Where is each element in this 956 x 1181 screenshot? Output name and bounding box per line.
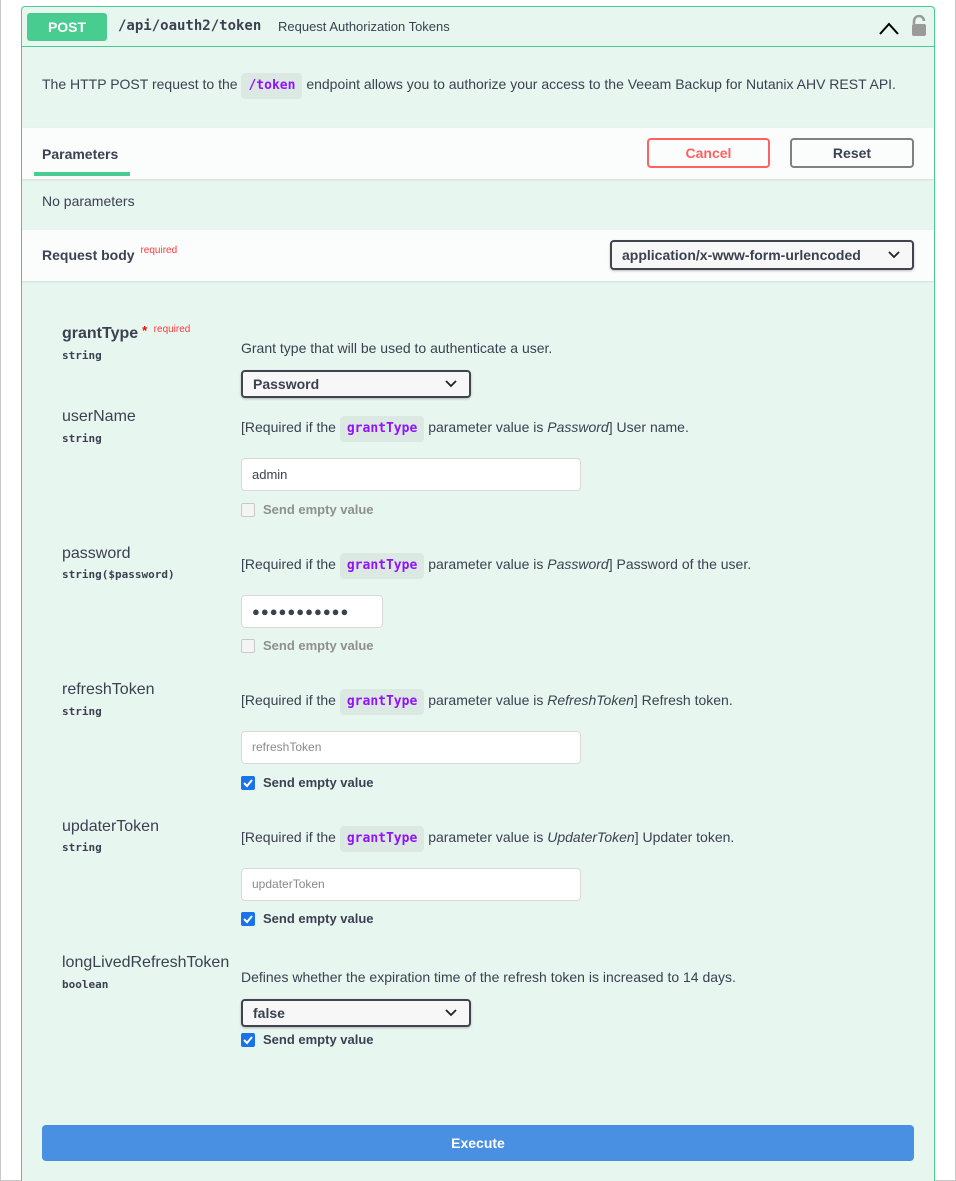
updaterToken-input[interactable]: updaterToken bbox=[241, 868, 581, 901]
desc-value: Password bbox=[547, 556, 609, 572]
field-updaterToken-description: [Required if the grantType parameter val… bbox=[241, 826, 734, 852]
field-longLivedRefreshToken-type: boolean bbox=[62, 978, 109, 991]
field-updaterToken-name: updaterToken bbox=[62, 818, 159, 835]
field-longLivedRefreshToken-name: longLivedRefreshToken bbox=[62, 954, 230, 971]
send-empty-label: Send empty value bbox=[263, 502, 374, 517]
no-parameters-text: No parameters bbox=[42, 193, 135, 209]
method-badge: POST bbox=[27, 13, 107, 41]
checkmark-icon bbox=[243, 779, 253, 788]
send-empty-label: Send empty value bbox=[263, 911, 374, 926]
grantType-select[interactable]: Password bbox=[241, 370, 471, 398]
desc-value: Password bbox=[547, 419, 609, 435]
lock-icon[interactable] bbox=[910, 15, 928, 37]
desc-value: RefreshToken bbox=[547, 692, 634, 708]
reset-button[interactable]: Reset bbox=[790, 138, 914, 168]
description-code: /token bbox=[241, 73, 303, 99]
operation-summary[interactable]: POST /api/oauth2/token Request Authoriza… bbox=[22, 7, 934, 47]
grantType-value: Password bbox=[253, 376, 320, 392]
chevron-down-icon bbox=[445, 380, 457, 388]
desc-suffix: ] User name. bbox=[608, 419, 689, 435]
field-grantType-description: Grant type that will be used to authenti… bbox=[241, 340, 553, 356]
desc-mid: parameter value is bbox=[428, 556, 544, 572]
send-empty-checkbox[interactable] bbox=[241, 912, 255, 926]
desc-value: UpdaterToken bbox=[547, 829, 635, 845]
content-type-select[interactable]: application/x-www-form-urlencoded bbox=[610, 240, 914, 270]
desc-suffix: ] Refresh token. bbox=[633, 692, 733, 708]
desc-mid: parameter value is bbox=[428, 829, 544, 845]
field-refreshToken-name: refreshToken bbox=[62, 681, 155, 698]
endpoint-path: /api/oauth2/token bbox=[118, 18, 262, 34]
desc-prefix: [Required if the bbox=[241, 692, 336, 708]
description-text-before: The HTTP POST request to the bbox=[42, 76, 238, 92]
request-body-label: Request body bbox=[42, 247, 135, 263]
field-password-name: password bbox=[62, 545, 131, 562]
field-userName-name: userName bbox=[62, 408, 136, 425]
request-body-header: Request body required application/x-www-… bbox=[22, 230, 934, 281]
parameters-header: Parameters Cancel Reset bbox=[22, 128, 934, 179]
send-empty-checkbox[interactable] bbox=[241, 503, 255, 517]
request-body-required: required bbox=[140, 245, 178, 256]
field-userName-type: string bbox=[62, 432, 102, 445]
checkmark-icon bbox=[243, 1036, 253, 1045]
refreshToken-input[interactable]: refreshToken bbox=[241, 731, 581, 764]
desc-prefix: [Required if the bbox=[241, 556, 336, 572]
password-input[interactable]: ●●●●●●●●●●● bbox=[241, 595, 383, 628]
desc-suffix: ] Updater token. bbox=[634, 829, 735, 845]
field-userName-description: [Required if the grantType parameter val… bbox=[241, 416, 689, 442]
field-grantType-name: grantType * required bbox=[62, 323, 191, 343]
request-body-title: Request body required bbox=[42, 245, 178, 263]
grantType-required: required bbox=[153, 324, 191, 335]
desc-suffix: ] Password of the user. bbox=[608, 556, 752, 572]
tab-active-indicator bbox=[34, 172, 130, 176]
tab-parameters[interactable]: Parameters bbox=[42, 146, 118, 162]
send-empty-checkbox[interactable] bbox=[241, 776, 255, 790]
send-empty-label: Send empty value bbox=[263, 1032, 374, 1047]
desc-mid: parameter value is bbox=[428, 419, 544, 435]
operation-summary-text: Request Authorization Tokens bbox=[278, 19, 450, 34]
operation-description: The HTTP POST request to the /token endp… bbox=[42, 73, 896, 99]
desc-prefix: [Required if the bbox=[241, 419, 336, 435]
desc-code: grantType bbox=[339, 553, 425, 579]
send-empty-checkbox[interactable] bbox=[241, 1033, 255, 1047]
chevron-up-icon[interactable] bbox=[878, 19, 900, 37]
userName-input[interactable]: admin bbox=[241, 458, 581, 491]
desc-code: grantType bbox=[339, 689, 425, 715]
field-refreshToken-description: [Required if the grantType parameter val… bbox=[241, 689, 733, 715]
field-password-description: [Required if the grantType parameter val… bbox=[241, 553, 751, 579]
longLivedRefreshToken-select[interactable]: false bbox=[241, 999, 471, 1027]
required-star: * bbox=[142, 323, 148, 338]
field-longLivedRefreshToken-description: Defines whether the expiration time of t… bbox=[241, 969, 736, 985]
field-refreshToken-type: string bbox=[62, 705, 102, 718]
cancel-button[interactable]: Cancel bbox=[647, 138, 770, 168]
longLivedRefreshToken-value: false bbox=[253, 1005, 285, 1021]
desc-prefix: [Required if the bbox=[241, 829, 336, 845]
field-password-type: string($password) bbox=[62, 568, 175, 581]
desc-mid: parameter value is bbox=[428, 692, 544, 708]
chevron-down-icon bbox=[445, 1009, 457, 1017]
send-empty-label: Send empty value bbox=[263, 775, 374, 790]
send-empty-label: Send empty value bbox=[263, 638, 374, 653]
checkmark-icon bbox=[243, 915, 253, 924]
field-grantType-type: string bbox=[62, 349, 102, 362]
field-updaterToken-type: string bbox=[62, 841, 102, 854]
grantType-label: grantType bbox=[62, 325, 139, 342]
execute-button[interactable]: Execute bbox=[42, 1125, 914, 1161]
desc-code: grantType bbox=[339, 826, 425, 852]
content-type-value: application/x-www-form-urlencoded bbox=[622, 247, 861, 263]
operation-block: POST /api/oauth2/token Request Authoriza… bbox=[21, 6, 935, 1181]
chevron-down-icon bbox=[888, 251, 900, 259]
description-text-after: endpoint allows you to authorize your ac… bbox=[306, 76, 896, 92]
desc-code: grantType bbox=[339, 416, 425, 442]
send-empty-checkbox[interactable] bbox=[241, 639, 255, 653]
